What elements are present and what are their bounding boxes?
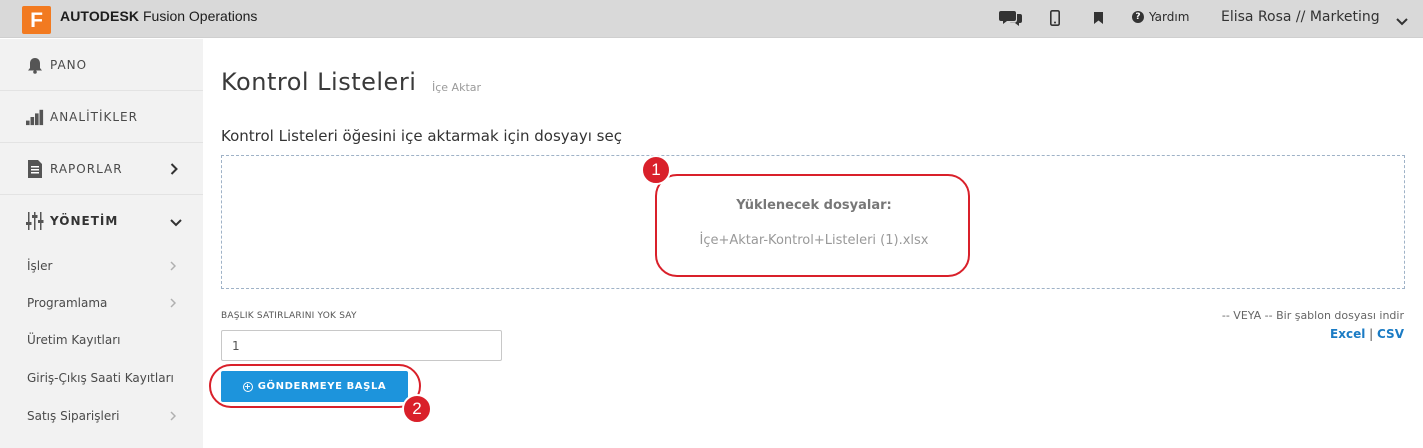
annotation-badge-1: 1 bbox=[641, 155, 671, 185]
sidebar-subitem-label: İşler bbox=[27, 258, 53, 273]
brand-name: AUTODESK Fusion Operations bbox=[60, 8, 257, 24]
skip-header-label: BAŞLIK SATIRLARINI YOK SAY bbox=[221, 311, 357, 321]
sidebar-subitem-giris-cikis[interactable]: Giriş-Çıkış Saati Kayıtları bbox=[0, 359, 203, 396]
template-download-text: -- VEYA -- Bir şablon dosyası indir bbox=[1221, 309, 1404, 322]
app-logo[interactable]: F bbox=[22, 6, 51, 34]
sidebar-subitem-label: Üretim Kayıtları bbox=[27, 332, 121, 347]
bell-icon bbox=[26, 56, 44, 74]
sidebar-item-analitikler[interactable]: ANALİTİKLER bbox=[0, 91, 203, 143]
help-icon: ? bbox=[1132, 11, 1144, 23]
sidebar-item-pano[interactable]: PANO bbox=[0, 39, 203, 91]
link-separator: | bbox=[1369, 327, 1374, 341]
sidebar-subitem-isler[interactable]: İşler bbox=[0, 247, 203, 284]
sidebar-subitem-label: Giriş-Çıkış Saati Kayıtları bbox=[27, 370, 174, 385]
sidebar-subitem-label: Satış Siparişleri bbox=[27, 408, 120, 423]
help-link[interactable]: ? Yardım bbox=[1132, 10, 1189, 24]
report-icon bbox=[26, 160, 44, 178]
chevron-down-icon bbox=[170, 212, 182, 231]
mobile-icon[interactable] bbox=[1048, 8, 1062, 28]
sidebar-item-label: ANALİTİKLER bbox=[50, 110, 138, 124]
sidebar-item-label: PANO bbox=[50, 58, 88, 72]
user-menu[interactable]: Elisa Rosa // Marketing bbox=[1221, 9, 1380, 25]
excel-template-link[interactable]: Excel bbox=[1330, 327, 1365, 341]
sidebar: PANO ANALİTİKLER RAPORLAR YÖNETİM İşler bbox=[0, 39, 203, 448]
sidebar-subitem-satis-siparisleri[interactable]: Satış Siparişleri bbox=[0, 397, 203, 434]
chevron-right-icon bbox=[170, 406, 177, 425]
sidebar-subitem-label: Programlama bbox=[27, 295, 108, 310]
sidebar-item-label: RAPORLAR bbox=[50, 162, 123, 176]
bookmark-icon[interactable] bbox=[1092, 8, 1104, 28]
sidebar-item-label: YÖNETİM bbox=[50, 214, 119, 228]
sidebar-item-yonetim[interactable]: YÖNETİM bbox=[0, 195, 203, 247]
sidebar-item-raporlar[interactable]: RAPORLAR bbox=[0, 143, 203, 195]
sliders-icon bbox=[26, 212, 44, 230]
import-instruction: Kontrol Listeleri öğesini içe aktarmak i… bbox=[221, 127, 622, 145]
chat-icon[interactable] bbox=[998, 8, 1024, 28]
annotation-badge-2: 2 bbox=[402, 394, 432, 424]
help-label: Yardım bbox=[1149, 10, 1190, 24]
top-bar: F AUTODESK Fusion Operations ? Yardım El… bbox=[0, 0, 1423, 38]
chevron-right-icon bbox=[170, 256, 177, 275]
chevron-down-icon[interactable] bbox=[1396, 11, 1408, 30]
annotation-oval-1 bbox=[655, 174, 970, 277]
annotation-oval-2 bbox=[209, 364, 421, 408]
skip-header-input[interactable] bbox=[221, 330, 502, 361]
brand-product: Fusion Operations bbox=[143, 8, 258, 24]
chevron-right-icon bbox=[170, 160, 178, 179]
logo-letter: F bbox=[30, 8, 43, 32]
brand-bold: AUTODESK bbox=[60, 8, 140, 24]
sidebar-subitem-programlama[interactable]: Programlama bbox=[0, 284, 203, 321]
page-title: Kontrol Listeleri bbox=[221, 68, 417, 96]
page-subtitle: İçe Aktar bbox=[432, 81, 482, 94]
bar-chart-icon bbox=[26, 108, 44, 126]
chevron-right-icon bbox=[170, 293, 177, 312]
csv-template-link[interactable]: CSV bbox=[1377, 327, 1404, 341]
template-links: Excel | CSV bbox=[1330, 327, 1404, 341]
sidebar-subitem-uretim-kayitlari[interactable]: Üretim Kayıtları bbox=[0, 321, 203, 358]
